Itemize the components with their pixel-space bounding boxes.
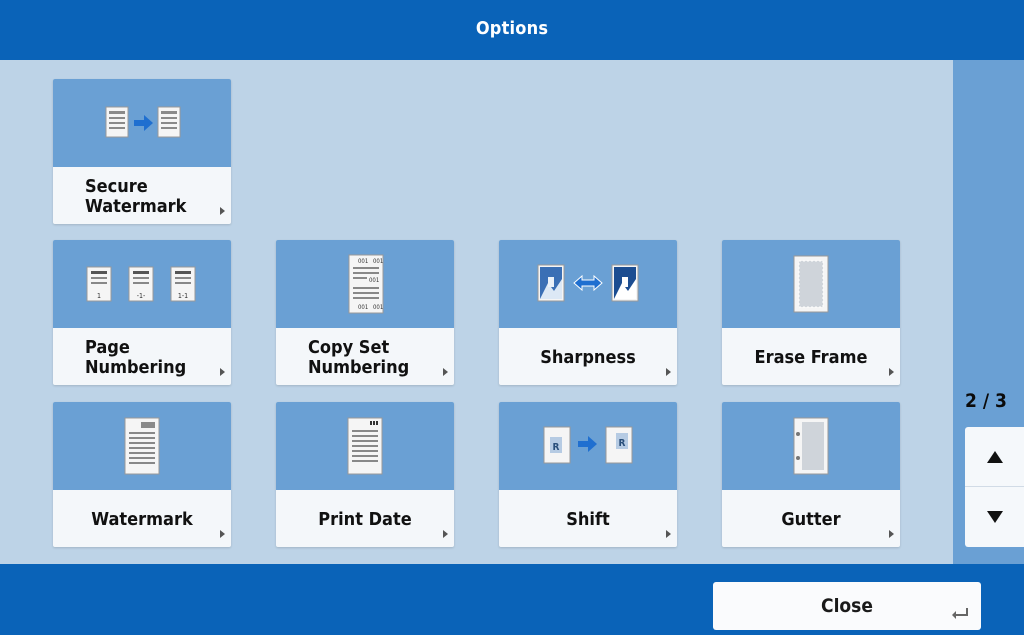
tile-label: Gutter: [781, 509, 841, 530]
chevron-right-icon: [889, 368, 894, 376]
tile-label: Page Numbering: [85, 337, 187, 378]
chevron-right-icon: [220, 207, 225, 215]
tile-label: Copy Set Numbering: [308, 337, 410, 378]
close-label: Close: [821, 595, 873, 617]
secure-watermark-tile[interactable]: Secure Watermark: [53, 79, 231, 224]
copy-set-numbering-tile[interactable]: 001 001 001 001 001 Copy Set Numbering: [276, 240, 454, 385]
tile-label: Erase Frame: [754, 347, 868, 368]
erase-frame-icon: [722, 240, 900, 328]
options-grid: Secure Watermark 1 -1- 1-1 Page Numberin…: [8, 60, 953, 564]
tile-label: Shift: [566, 509, 610, 530]
chevron-right-icon: [889, 530, 894, 538]
tile-label: Watermark: [91, 509, 193, 530]
svg-text:001: 001: [373, 304, 383, 311]
svg-text:R: R: [553, 442, 560, 453]
page-indicator: 2 / 3: [965, 390, 1007, 412]
secure-watermark-icon: [53, 79, 231, 167]
gutter-tile[interactable]: Gutter: [722, 402, 900, 547]
shift-icon: R R: [499, 402, 677, 490]
gutter-icon: [722, 402, 900, 490]
erase-frame-tile[interactable]: Erase Frame: [722, 240, 900, 385]
chevron-right-icon: [443, 368, 448, 376]
svg-text:1-1: 1-1: [178, 292, 188, 300]
svg-text:-1-: -1-: [137, 292, 146, 300]
page-numbering-icon: 1 -1- 1-1: [53, 240, 231, 328]
tile-label: Sharpness: [540, 347, 636, 368]
scroll-down-button[interactable]: [965, 487, 1024, 546]
chevron-right-icon: [443, 530, 448, 538]
tile-label: Print Date: [318, 509, 412, 530]
close-button[interactable]: Close: [713, 582, 981, 630]
return-icon: [952, 608, 968, 619]
sharpness-tile[interactable]: Sharpness: [499, 240, 677, 385]
chevron-right-icon: [220, 368, 225, 376]
watermark-icon: [53, 402, 231, 490]
triangle-up-icon: [986, 450, 1003, 463]
svg-text:001: 001: [358, 258, 368, 265]
svg-text:001: 001: [373, 258, 383, 265]
chevron-right-icon: [220, 530, 225, 538]
chevron-right-icon: [666, 368, 671, 376]
svg-text:001: 001: [369, 277, 379, 284]
copy-set-numbering-icon: 001 001 001 001 001: [276, 240, 454, 328]
sharpness-icon: [499, 240, 677, 328]
chevron-right-icon: [666, 530, 671, 538]
svg-text:001: 001: [358, 304, 368, 311]
shift-tile[interactable]: R R Shift: [499, 402, 677, 547]
svg-text:1: 1: [97, 292, 101, 300]
footer-bar: Close: [0, 564, 1024, 635]
tile-label: Secure Watermark: [85, 176, 187, 217]
print-date-icon: [276, 402, 454, 490]
page-numbering-tile[interactable]: 1 -1- 1-1 Page Numbering: [53, 240, 231, 385]
header-bar: Options: [0, 0, 1024, 60]
watermark-tile[interactable]: Watermark: [53, 402, 231, 547]
triangle-down-icon: [986, 510, 1003, 523]
print-date-tile[interactable]: Print Date: [276, 402, 454, 547]
svg-text:R: R: [619, 438, 626, 449]
scroll-sidebar: 2 / 3: [953, 60, 1024, 564]
scroll-controls: [965, 427, 1024, 547]
scroll-up-button[interactable]: [965, 427, 1024, 487]
page-title: Options: [475, 18, 549, 39]
